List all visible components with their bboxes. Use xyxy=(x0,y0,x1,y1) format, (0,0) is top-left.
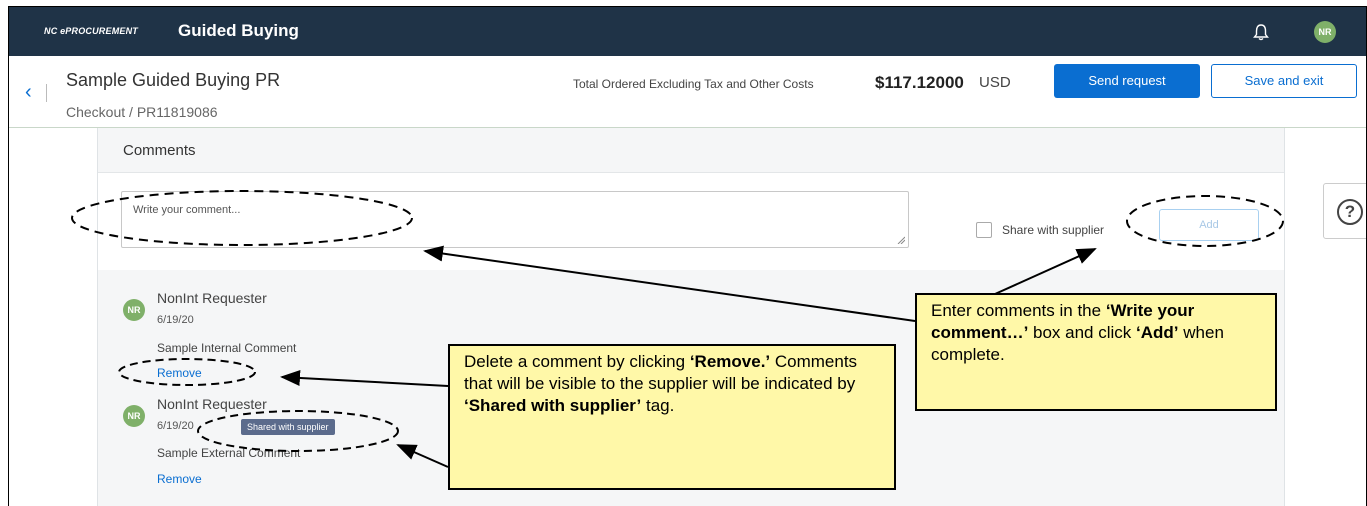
save-and-exit-button[interactable]: Save and exit xyxy=(1211,64,1357,98)
avatar: NR xyxy=(123,405,145,427)
question-circle-icon: ? xyxy=(1337,199,1363,225)
comment-author: NonInt Requester xyxy=(157,290,267,306)
comment-placeholder: Write your comment... xyxy=(133,204,241,216)
avatar: NR xyxy=(123,299,145,321)
comment-text: Sample Internal Comment xyxy=(157,341,297,355)
top-nav-bar: NC ePROCUREMENT Guided Buying NR xyxy=(9,7,1366,56)
total-currency: USD xyxy=(979,74,1011,91)
page-title: Sample Guided Buying PR xyxy=(66,70,281,90)
chevron-left-icon[interactable]: ‹ xyxy=(25,82,32,102)
add-comment-button[interactable]: Add xyxy=(1159,209,1259,241)
remove-link[interactable]: Remove xyxy=(157,366,202,380)
total-label: Total Ordered Excluding Tax and Other Co… xyxy=(573,77,814,91)
comment-author: NonInt Requester xyxy=(157,396,267,412)
shared-with-supplier-tag: Shared with supplier xyxy=(241,419,335,435)
remove-link[interactable]: Remove xyxy=(157,472,202,486)
share-with-supplier-checkbox[interactable] xyxy=(976,222,992,238)
total-value: $117.12000 xyxy=(875,73,964,92)
comment-input[interactable]: Write your comment... xyxy=(121,191,909,248)
comment-text: Sample External Comment xyxy=(157,446,301,460)
app-title: Guided Buying xyxy=(178,21,299,40)
callout-remove-comment: Delete a comment by clicking ‘Remove.’ C… xyxy=(448,344,896,490)
resize-handle-icon[interactable] xyxy=(897,236,905,244)
comment-date: 6/19/20 xyxy=(157,314,194,326)
comments-header: Comments xyxy=(98,128,1284,173)
brand-logo: NC ePROCUREMENT xyxy=(44,26,139,36)
breadcrumb: Checkout / PR11819086 xyxy=(66,104,218,120)
user-avatar[interactable]: NR xyxy=(1314,21,1336,43)
comment-input-area: Write your comment... Share with supplie… xyxy=(98,173,1284,270)
comment-date: 6/19/20 xyxy=(157,420,194,432)
send-request-button[interactable]: Send request xyxy=(1054,64,1200,98)
help-button[interactable]: ? xyxy=(1323,183,1366,239)
page-header: ‹ Sample Guided Buying PR Checkout / PR1… xyxy=(9,56,1366,128)
bell-icon[interactable] xyxy=(1252,23,1270,41)
share-with-supplier-label: Share with supplier xyxy=(1002,223,1105,237)
callout-add-comment: Enter comments in the ‘Write your commen… xyxy=(915,293,1277,411)
comments-title: Comments xyxy=(123,142,196,159)
divider xyxy=(46,84,47,102)
